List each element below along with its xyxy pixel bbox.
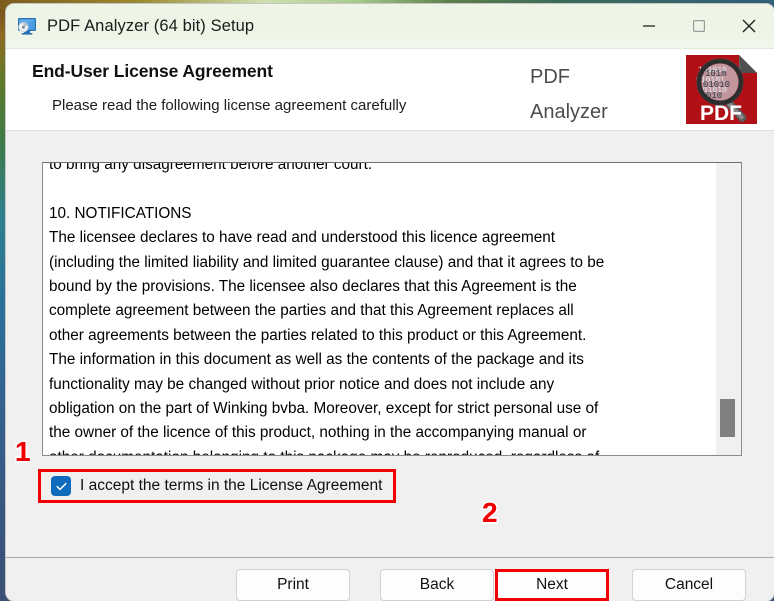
annotation-number-1: 11 — [14, 436, 32, 467]
page-subtitle: Please read the following license agreem… — [52, 97, 407, 114]
scrollbar-thumb[interactable] — [720, 399, 735, 437]
title-bar: PDF Analyzer (64 bit) Setup — [6, 4, 774, 49]
monitor-disc-icon — [16, 15, 38, 37]
license-scroll-viewport[interactable]: to bring any disagreement before another… — [44, 163, 716, 455]
license-text-box: to bring any disagreement before another… — [42, 162, 742, 456]
back-button[interactable]: Back — [380, 569, 494, 601]
print-button[interactable]: Print — [236, 569, 350, 601]
annotation-number-1-text: 1 — [15, 436, 31, 467]
license-scrollbar[interactable] — [715, 163, 741, 455]
installer-window: PDF Analyzer (64 bit) Setup End-User Lic… — [6, 4, 774, 601]
license-text: to bring any disagreement before another… — [49, 163, 605, 455]
dialog-footer: Print Back Next Cancel — [6, 557, 774, 601]
window-title: PDF Analyzer (64 bit) Setup — [47, 16, 255, 35]
check-icon — [55, 482, 67, 490]
close-button[interactable] — [724, 4, 774, 48]
page-title: End-User License Agreement — [32, 61, 273, 81]
accept-license-label: I accept the terms in the License Agreem… — [80, 477, 383, 494]
accept-license-row[interactable]: I accept the terms in the License Agreem… — [38, 469, 396, 503]
svg-text:01010: 01010 — [703, 80, 730, 90]
window-controls — [624, 4, 774, 48]
minimize-button[interactable] — [624, 4, 674, 48]
dialog-body: to bring any disagreement before another… — [6, 131, 774, 557]
page-header-banner: End-User License Agreement Please read t… — [6, 49, 774, 131]
cancel-button[interactable]: Cancel — [632, 569, 746, 601]
annotation-number-2-text: 2 — [482, 497, 498, 528]
brand-line-1: PDF — [530, 66, 570, 88]
brand-line-2: Analyzer — [530, 101, 608, 123]
logo-pdf-label: PDF — [700, 102, 742, 125]
brand-wordmark: PDF Analyzer — [530, 60, 670, 130]
annotation-number-2: 22 — [481, 497, 499, 528]
pdf-magnifier-logo: 101010 010101 101010 101m 01010 010 PDF — [684, 54, 760, 126]
next-button[interactable]: Next — [495, 569, 609, 601]
svg-text:101m: 101m — [705, 69, 727, 79]
accept-license-checkbox[interactable] — [51, 476, 71, 496]
maximize-button[interactable] — [674, 4, 724, 48]
